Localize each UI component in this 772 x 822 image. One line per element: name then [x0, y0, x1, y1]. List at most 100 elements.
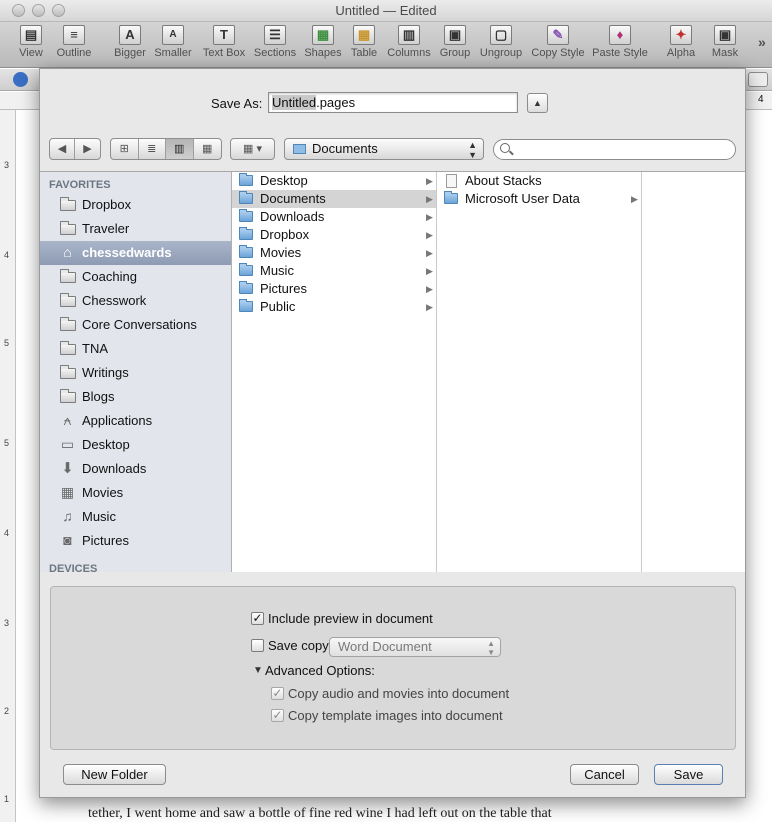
column-row-music[interactable]: Music ▶ [232, 262, 436, 280]
ruler-number: 4 [4, 528, 10, 538]
column-view-button[interactable]: ▥ [166, 139, 194, 159]
columns-icon: ▥ [398, 25, 420, 45]
sidebar-item-dropbox[interactable]: Dropbox [40, 193, 231, 217]
save-copy-format-popup[interactable]: Word Document ▲ ▼ [329, 637, 501, 657]
sidebar-item-blogs[interactable]: Blogs [40, 385, 231, 409]
dropbox-folder-icon [239, 227, 253, 240]
chevron-right-icon: ▶ [426, 194, 433, 204]
toolbar-textbox-button[interactable]: T Text Box [202, 25, 246, 59]
sidebar-item-tna[interactable]: TNA [40, 337, 231, 361]
coverflow-view-button[interactable]: ▦ [194, 139, 221, 159]
arrange-button[interactable]: ▦ ▾ [231, 139, 274, 159]
toolbar-alpha-button[interactable]: ✦ Alpha [664, 25, 698, 59]
save-button[interactable]: Save [654, 764, 723, 785]
location-popup[interactable]: Documents ▲ ▼ [284, 138, 484, 160]
back-button[interactable]: ◀ [50, 139, 75, 159]
document-text-line[interactable]: tether, I went home and saw a bottle of … [88, 806, 728, 822]
folder-icon [59, 197, 76, 212]
new-folder-button[interactable]: New Folder [63, 764, 166, 785]
sidebar-item-downloads[interactable]: ⬇ Downloads [40, 457, 231, 481]
toolbar-ungroup-button[interactable]: ▢ Ungroup [478, 25, 524, 59]
folder-icon [59, 293, 76, 308]
save-dialog: Save As: Untitled.pages ▲ ◀ ▶ ⊞ ≣ ▥ ▦ ▦ … [39, 68, 746, 798]
toolbar-shapes-button[interactable]: ▦ Shapes [304, 25, 342, 59]
column-row-desktop[interactable]: Desktop ▶ [232, 172, 436, 190]
ruler-number: 3 [4, 160, 10, 170]
back-forward-control: ◀ ▶ [49, 138, 101, 160]
toolbar-columns-button[interactable]: ▥ Columns [386, 25, 432, 59]
devices-header: DEVICES [49, 563, 98, 575]
music-folder-icon [239, 263, 253, 276]
sidebar-item-writings[interactable]: Writings [40, 361, 231, 385]
sidebar-item-traveler[interactable]: Traveler [40, 217, 231, 241]
icon-view-button[interactable]: ⊞ [111, 139, 139, 159]
home-icon: ⌂ [63, 244, 72, 260]
location-label: Documents [312, 141, 378, 156]
window-title: Untitled — Edited [335, 3, 437, 18]
disclosure-triangle-icon[interactable]: ▼ [253, 665, 263, 676]
movies-folder-icon [239, 245, 253, 258]
toolbar-copy-style-button[interactable]: ✎ Copy Style [531, 25, 585, 59]
save-copy-checkbox[interactable] [251, 639, 264, 652]
pictures-icon: ◙ [63, 532, 72, 548]
toolbar: ▤ View ≡ Outline A Bigger A Smaller T Te… [0, 22, 772, 68]
sidebar-item-music[interactable]: ♫ Music [40, 505, 231, 529]
column-row-documents[interactable]: Documents ▶ [232, 190, 436, 208]
chevron-right-icon: ▶ [426, 266, 433, 276]
sidebar-item-applications[interactable]: ⍲ Applications [40, 409, 231, 433]
table-icon: ▦ [353, 25, 375, 45]
column-row-pictures[interactable]: Pictures ▶ [232, 280, 436, 298]
chevron-right-icon: ▶ [426, 284, 433, 294]
search-field[interactable] [493, 139, 736, 160]
shapes-icon: ▦ [312, 25, 334, 45]
toolbar-bigger-button[interactable]: A Bigger [112, 25, 148, 59]
column-empty [642, 172, 745, 572]
sidebar-item-core-conversations[interactable]: Core Conversations [40, 313, 231, 337]
include-preview-checkbox[interactable]: ✓ [251, 612, 264, 625]
filename-field[interactable]: Untitled.pages [268, 92, 518, 113]
column-row-dropbox[interactable]: Dropbox ▶ [232, 226, 436, 244]
column-row-about-stacks[interactable]: About Stacks [437, 172, 641, 190]
column-row-microsoft-user-data[interactable]: Microsoft User Data ▶ [437, 190, 641, 208]
toolbar-view-button[interactable]: ▤ View [14, 25, 48, 59]
styles-drawer-icon[interactable] [13, 72, 28, 87]
toolbar-smaller-button[interactable]: A Smaller [153, 25, 193, 59]
vertical-ruler: 3 4 5 5 4 3 2 1 [0, 110, 16, 822]
copy-template-checkbox[interactable]: ✓ [271, 709, 284, 722]
list-style-icon[interactable] [748, 72, 768, 87]
copy-audio-checkbox[interactable]: ✓ [271, 687, 284, 700]
toolbar-group-button[interactable]: ▣ Group [438, 25, 472, 59]
popup-arrows-icon: ▲ ▼ [468, 140, 477, 160]
sidebar-item-chesswork[interactable]: Chesswork [40, 289, 231, 313]
filename-selected-text: Untitled [272, 95, 317, 110]
sidebar-item-desktop[interactable]: ▭ Desktop [40, 433, 231, 457]
toolbar-overflow-button[interactable]: » [758, 34, 766, 50]
column-row-movies[interactable]: Movies ▶ [232, 244, 436, 262]
sidebar-item-coaching[interactable]: Coaching [40, 265, 231, 289]
favorites-header: FAVORITES [49, 179, 111, 191]
column-row-downloads[interactable]: Downloads ▶ [232, 208, 436, 226]
ruler-number: 1 [4, 794, 10, 804]
list-view-button[interactable]: ≣ [139, 139, 166, 159]
group-icon: ▣ [444, 25, 466, 45]
chevron-right-icon: ▶ [426, 248, 433, 258]
folder-icon [59, 221, 76, 236]
toolbar-table-button[interactable]: ▦ Table [348, 25, 380, 59]
search-icon [500, 143, 510, 153]
collapse-dialog-button[interactable]: ▲ [527, 93, 548, 113]
toolbar-sections-button[interactable]: ☰ Sections [253, 25, 297, 59]
column-row-public[interactable]: Public ▶ [232, 298, 436, 316]
chevron-right-icon: ▶ [426, 302, 433, 312]
ruler-number: 4 [4, 250, 10, 260]
toolbar-outline-button[interactable]: ≡ Outline [54, 25, 94, 59]
chevron-right-icon: ▶ [426, 212, 433, 222]
column-documents: About Stacks Microsoft User Data ▶ [437, 172, 642, 572]
sidebar-item-pictures[interactable]: ◙ Pictures [40, 529, 231, 553]
sidebar-item-chessedwards[interactable]: ⌂ chessedwards [40, 241, 231, 265]
toolbar-mask-button[interactable]: ▣ Mask [708, 25, 742, 59]
cancel-button[interactable]: Cancel [570, 764, 639, 785]
sidebar-item-movies[interactable]: ▦ Movies [40, 481, 231, 505]
toolbar-paste-style-button[interactable]: ♦ Paste Style [592, 25, 648, 59]
window-titlebar: Untitled — Edited [0, 0, 772, 22]
forward-button[interactable]: ▶ [75, 139, 100, 159]
